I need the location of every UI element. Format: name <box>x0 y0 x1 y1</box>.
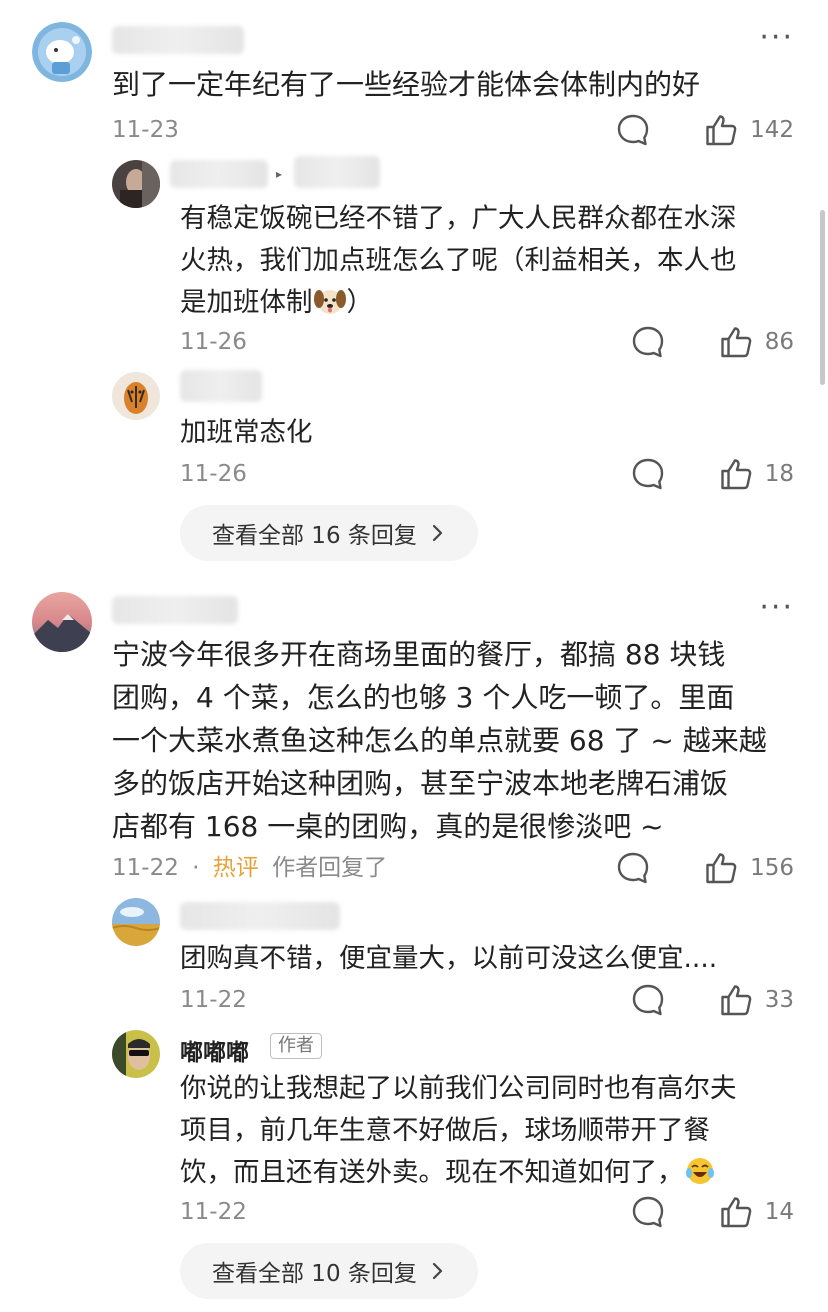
comment-thread: ··· 宁波今年很多开在商场里面的餐厅，都搞 88 块钱 团购，4 个菜，怎么的… <box>0 0 828 1312</box>
comment-meta: 11-22 · 热评 作者回复了 <box>112 854 387 882</box>
reply-text-line: 项目，前几年生意不好做后，球场顺带开了餐 <box>180 1115 710 1146</box>
comment-bubble-icon[interactable] <box>631 983 665 1017</box>
comment-bubble-icon[interactable] <box>631 1195 665 1229</box>
hot-comment-badge: 热评 <box>212 855 259 881</box>
author-name[interactable]: 嘟嘟嘟 <box>180 1033 249 1067</box>
like-count: 33 <box>764 987 794 1013</box>
comment-text-line: 多的饭店开始这种团购，甚至宁波本地老牌石浦饭 <box>112 767 729 800</box>
comment-actions: 156 <box>616 848 794 888</box>
laugh-cry-emoji <box>685 1158 714 1184</box>
avatar[interactable] <box>32 592 92 652</box>
comment-text-line: 一个大菜水煮鱼这种怎么的单点就要 68 了 ~ 越来越 <box>112 724 767 757</box>
thumbs-up-icon[interactable] <box>704 851 738 885</box>
chevron-right-icon <box>432 1262 442 1280</box>
comment-bubble-icon[interactable] <box>616 851 650 885</box>
comment-text-line: 团购，4 个菜，怎么的也够 3 个人吃一顿了。里面 <box>112 681 735 714</box>
blurred-username <box>180 902 340 930</box>
comment-text-line: 店都有 168 一桌的团购，真的是很惨淡吧 ~ <box>112 810 664 843</box>
reply-avatar[interactable] <box>112 1030 160 1078</box>
comment-date: 11-22 <box>112 855 179 881</box>
like-count: 156 <box>750 855 794 881</box>
reply-date: 11-22 <box>180 987 247 1013</box>
author-tag: 作者 <box>270 1033 322 1059</box>
like-count: 14 <box>764 1199 794 1225</box>
reply-date: 11-22 <box>180 1199 247 1225</box>
meta-dot: · <box>192 855 200 881</box>
reply-text: 团购真不错，便宜量大，以前可没这么便宜.... <box>180 943 718 974</box>
reply-text-line: 你说的让我想起了以前我们公司同时也有高尔夫 <box>180 1073 737 1104</box>
author-replied-label: 作者回复了 <box>272 855 388 881</box>
reply-actions: 33 <box>631 980 794 1020</box>
view-all-label: 查看全部 10 条回复 <box>212 1261 417 1287</box>
reply-text-line: 饮，而且还有送外卖。现在不知道如何了， <box>180 1152 716 1194</box>
blurred-username <box>112 596 238 624</box>
reply-actions: 14 <box>631 1192 794 1232</box>
reply-avatar[interactable] <box>112 898 160 946</box>
thumbs-up-icon[interactable] <box>719 983 753 1017</box>
comment-text-line: 宁波今年很多开在商场里面的餐厅，都搞 88 块钱 <box>112 638 726 671</box>
thumbs-up-icon[interactable] <box>719 1195 753 1229</box>
more-options-icon[interactable]: ··· <box>759 593 794 623</box>
view-all-replies-button[interactable]: 查看全部 10 条回复 <box>180 1243 478 1299</box>
